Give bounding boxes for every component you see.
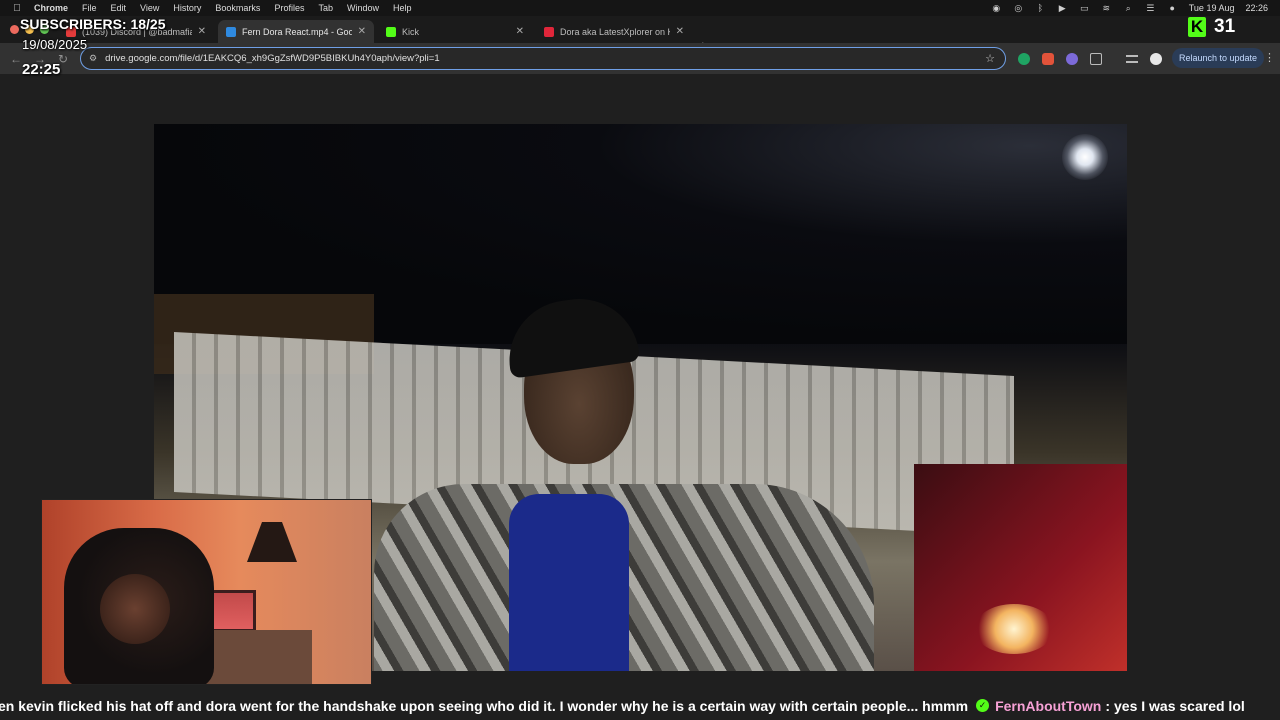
relaunch-to-update-button[interactable]: Relaunch to update xyxy=(1172,48,1264,68)
youtube-favicon-icon xyxy=(544,26,554,37)
kick-viewer-count: K 31 xyxy=(1188,16,1235,38)
menu-help[interactable]: Help xyxy=(393,3,412,13)
spotlight-search-icon[interactable]: ⌕ xyxy=(1123,3,1134,13)
chat-message: yes I was scared lol xyxy=(1114,697,1245,714)
tab-title: Kick xyxy=(402,26,420,37)
menu-history[interactable]: History xyxy=(173,3,201,13)
tab-kick[interactable]: Kick ✕ xyxy=(378,20,532,43)
profile-avatar-icon[interactable] xyxy=(1150,53,1162,65)
tab-close-icon[interactable]: ✕ xyxy=(676,26,684,37)
address-bar-url[interactable]: drive.google.com/file/d/1EAKCQ6_xh9GgZsf… xyxy=(105,53,985,64)
menu-bookmarks[interactable]: Bookmarks xyxy=(215,3,260,13)
extensions-puzzle-icon[interactable] xyxy=(1090,53,1102,65)
viewer-count: 31 xyxy=(1214,16,1236,37)
browser-tab-strip: (1039) Discord | @badmafiax ✕ Fern Dora … xyxy=(0,16,1280,53)
tab-dora-kick[interactable]: Dora aka LatestXplorer on Kick ✕ xyxy=(536,20,692,43)
wifi-icon[interactable]: ≋ xyxy=(1101,3,1112,13)
menu-view[interactable]: View xyxy=(140,3,159,13)
apple-menu-icon[interactable]:  xyxy=(0,3,34,14)
street-lamp-glow xyxy=(1062,134,1108,180)
site-settings-icon[interactable]: ⚙ xyxy=(89,53,97,64)
menu-date[interactable]: Tue 19 Aug xyxy=(1189,3,1235,13)
siri-icon[interactable]: ● xyxy=(1167,3,1178,13)
menu-window[interactable]: Window xyxy=(347,3,379,13)
tab-close-icon[interactable]: ✕ xyxy=(198,26,206,37)
pendant-lamp xyxy=(247,522,297,562)
light-glow xyxy=(974,604,1054,654)
grammarly-extension-icon[interactable] xyxy=(1018,53,1030,65)
chat-separator: : xyxy=(1105,697,1111,714)
media-play-icon[interactable]: ▶ xyxy=(1057,3,1068,13)
menu-status-area: ◉ ◎ ᛒ ▶ ▭ ≋ ⌕ ☰ ● Tue 19 Aug 22:26 xyxy=(991,3,1280,13)
focus-icon[interactable]: ◎ xyxy=(1013,3,1024,13)
menu-profiles[interactable]: Profiles xyxy=(274,3,304,13)
tab-google-drive[interactable]: Fern Dora React.mp4 - Google Drive ✕ xyxy=(218,20,374,43)
overlay-date: 19/08/2025 xyxy=(22,37,88,52)
overlay-time: 22:25 xyxy=(22,61,61,78)
mac-menu-bar:  Chrome File Edit View History Bookmark… xyxy=(0,0,1280,16)
reading-list-icon[interactable] xyxy=(1126,55,1138,63)
close-window-button[interactable] xyxy=(10,25,19,34)
menu-app-chrome[interactable]: Chrome xyxy=(34,3,68,13)
menu-clock[interactable]: 22:26 xyxy=(1245,3,1268,13)
bluetooth-icon[interactable]: ᛒ xyxy=(1035,3,1046,13)
streamer-face xyxy=(100,574,170,644)
extension-fox-icon[interactable] xyxy=(1042,53,1054,65)
browser-toolbar: ← → ↻ ⚙ drive.google.com/file/d/1EAKCQ6_… xyxy=(0,43,1280,74)
tab-close-icon[interactable]: ✕ xyxy=(358,26,366,37)
address-bar[interactable]: ⚙ drive.google.com/file/d/1EAKCQ6_xh9GgZ… xyxy=(80,47,1006,70)
screen-record-icon[interactable]: ◉ xyxy=(991,3,1002,13)
kick-logo-icon: K xyxy=(1188,17,1206,37)
control-center-icon[interactable]: ☰ xyxy=(1145,3,1156,13)
extension-cloud-icon[interactable] xyxy=(1066,53,1078,65)
menu-tab[interactable]: Tab xyxy=(318,3,333,13)
check-circle-icon: ✓ xyxy=(976,699,990,712)
menu-file[interactable]: File xyxy=(82,3,97,13)
chat-username: FernAboutTown xyxy=(995,697,1102,714)
chat-ticker: en kevin flicked his hat off and dora we… xyxy=(0,693,1280,718)
subscriber-goal: SUBSCRIBERS: 18/25 xyxy=(20,16,166,32)
tv-stand xyxy=(202,630,312,684)
battery-icon[interactable]: ▭ xyxy=(1079,3,1090,13)
chrome-menu-kebab-icon[interactable]: ⋮ xyxy=(1264,51,1275,64)
tab-title: Dora aka LatestXplorer on Kick xyxy=(560,26,670,37)
menu-edit[interactable]: Edit xyxy=(111,3,127,13)
person-blue-shirt xyxy=(509,494,629,671)
chat-message-previous: en kevin flicked his hat off and dora we… xyxy=(0,697,969,714)
bookmark-star-icon[interactable]: ☆ xyxy=(985,52,995,65)
google-drive-favicon-icon xyxy=(226,26,236,37)
back-arrow-icon[interactable]: ← xyxy=(10,52,22,66)
tab-close-icon[interactable]: ✕ xyxy=(516,26,524,37)
tab-title: Fern Dora React.mp4 - Google Drive xyxy=(242,26,352,37)
streamer-webcam xyxy=(41,499,372,685)
kick-favicon-icon xyxy=(386,26,396,37)
